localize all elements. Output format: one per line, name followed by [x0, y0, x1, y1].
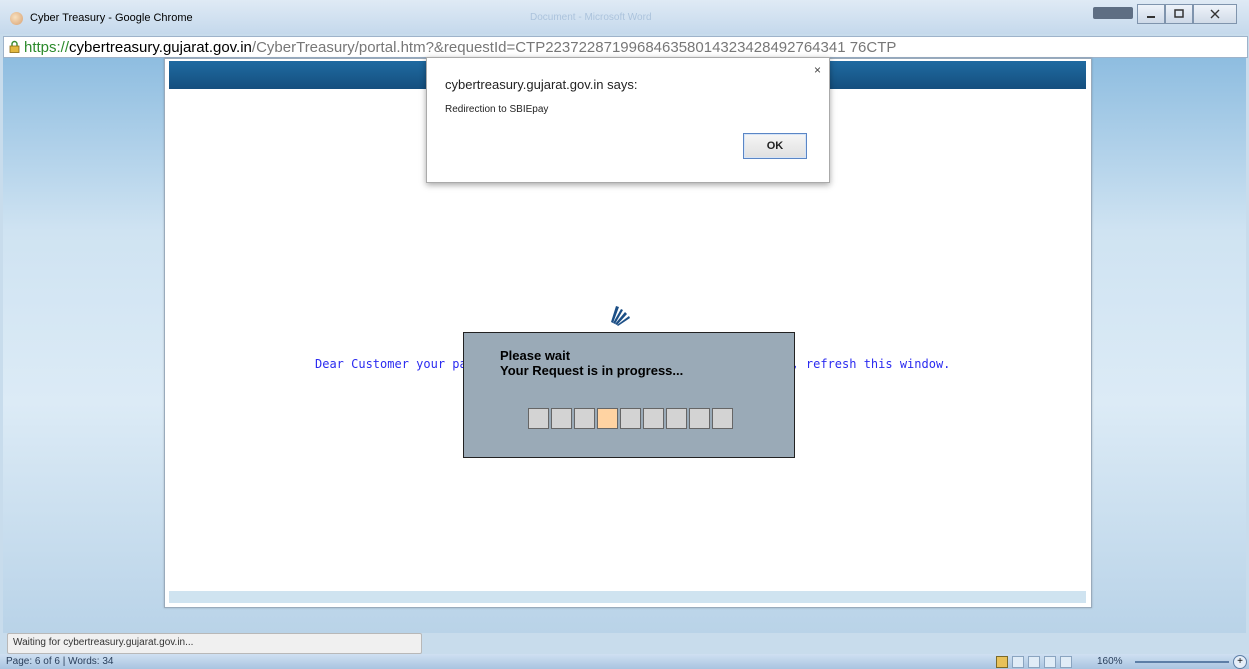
minimize-icon [1147, 16, 1155, 18]
page-footer-bar [169, 591, 1086, 603]
alert-title: cybertreasury.gujarat.gov.in says: [445, 77, 638, 92]
alert-close-button[interactable]: × [814, 63, 821, 77]
maximize-button[interactable] [1165, 4, 1193, 24]
address-bar[interactable]: https://cybertreasury.gujarat.gov.in/Cyb… [3, 36, 1248, 58]
status-bubble: Waiting for cybertreasury.gujarat.gov.in… [7, 633, 422, 654]
url-path: /CyberTreasury/portal.htm?&requestId=CTP… [251, 39, 897, 56]
progress-dialog: Please wait Your Request is in progress.… [463, 332, 795, 458]
status-text: Waiting for cybertreasury.gujarat.gov.in… [13, 637, 194, 648]
minimize-button[interactable] [1137, 4, 1165, 24]
print-layout-icon[interactable] [996, 656, 1008, 668]
progress-cell [528, 408, 549, 429]
progress-subtitle: Your Request is in progress... [500, 363, 684, 378]
word-page-info[interactable]: Page: 6 of 6 | Words: 34 [6, 656, 113, 667]
alert-dialog: × cybertreasury.gujarat.gov.in says: Red… [426, 57, 830, 183]
loading-spinner-icon [611, 306, 630, 326]
ok-button[interactable]: OK [743, 133, 807, 159]
page-count: Page: 6 of 6 [6, 656, 60, 667]
progress-cell [666, 408, 687, 429]
progress-cell [712, 408, 733, 429]
taskbar-thumbnail [1093, 7, 1133, 19]
web-layout-icon[interactable] [1028, 656, 1040, 668]
progress-indicator [528, 408, 733, 429]
progress-cell [597, 408, 618, 429]
view-buttons [996, 656, 1072, 668]
url-host: cybertreasury.gujarat.gov.in [69, 39, 252, 56]
outline-icon[interactable] [1044, 656, 1056, 668]
progress-cell [551, 408, 572, 429]
close-icon [1210, 9, 1220, 19]
lock-icon [9, 40, 20, 53]
zoom-slider[interactable] [1135, 661, 1229, 663]
zoom-in-button[interactable]: + [1233, 655, 1247, 669]
alert-message: Redirection to SBIEpay [445, 104, 549, 115]
progress-cell [643, 408, 664, 429]
maximize-icon [1174, 9, 1184, 18]
word-status-bar: Page: 6 of 6 | Words: 34 160% + [0, 654, 1249, 669]
url-protocol: https:// [24, 39, 70, 56]
window-controls [1137, 4, 1237, 24]
background-window-title: Document - Microsoft Word [530, 12, 652, 23]
url-text[interactable]: https://cybertreasury.gujarat.gov.in/Cyb… [24, 39, 896, 56]
full-screen-reading-icon[interactable] [1012, 656, 1024, 668]
progress-cell [620, 408, 641, 429]
zoom-level[interactable]: 160% [1097, 656, 1123, 667]
progress-cell [574, 408, 595, 429]
draft-icon[interactable] [1060, 656, 1072, 668]
payment-message-start: Dear Customer your pay [315, 357, 474, 371]
chrome-icon [10, 12, 23, 25]
window-titlebar: Cyber Treasury - Google Chrome Document … [0, 0, 1249, 34]
payment-message-end: e , refresh this window. [777, 357, 951, 371]
window-title: Cyber Treasury - Google Chrome [30, 12, 193, 24]
close-window-button[interactable] [1193, 4, 1237, 24]
progress-title: Please wait [500, 348, 571, 363]
word-count: Words: 34 [68, 656, 114, 667]
progress-cell [689, 408, 710, 429]
